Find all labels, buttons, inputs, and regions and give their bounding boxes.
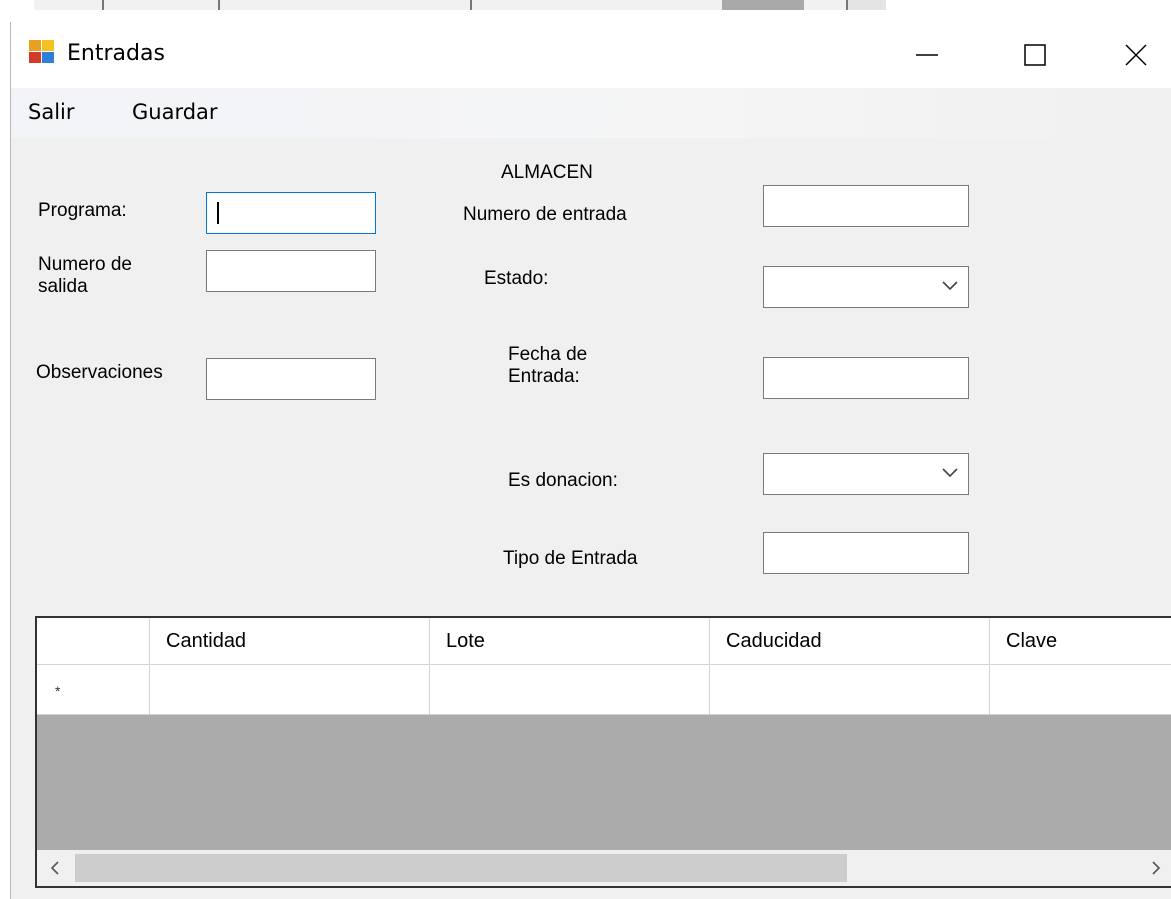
column-header-clave[interactable]: Clave: [990, 618, 1171, 665]
background-segment: [34, 0, 104, 10]
close-icon: [1124, 44, 1147, 66]
maximize-icon: [1024, 44, 1046, 66]
cell-cantidad[interactable]: [150, 665, 430, 715]
almacen-label: ALMACEN: [501, 162, 593, 183]
background-segment: [472, 0, 722, 10]
column-header-lote[interactable]: Lote: [430, 618, 710, 665]
menu-salir[interactable]: Salir: [28, 100, 75, 124]
minimize-icon: [916, 54, 938, 56]
cell-lote[interactable]: [430, 665, 710, 715]
numero-salida-label-line1: Numero de: [38, 254, 132, 275]
tipo-entrada-input-field[interactable]: [764, 533, 968, 573]
title-bar[interactable]: Entradas: [11, 22, 1171, 88]
window-title: Entradas: [67, 41, 165, 66]
tipo-entrada-label: Tipo de Entrada: [503, 548, 638, 569]
entradas-window: Entradas Salir Guardar Programa: Numero …: [10, 22, 1171, 899]
numero-entrada-input-field[interactable]: [764, 186, 968, 226]
chevron-down-icon: [942, 281, 958, 291]
fecha-entrada-label-line1: Fecha de: [508, 344, 588, 365]
column-header-cantidad[interactable]: Cantidad: [150, 618, 430, 665]
chevron-right-icon: [1152, 861, 1161, 875]
background-segment: [722, 0, 804, 10]
programa-input-field[interactable]: [207, 193, 375, 233]
new-row-marker: *: [55, 683, 61, 699]
estado-label: Estado:: [484, 268, 549, 289]
close-button[interactable]: [1099, 22, 1171, 88]
es-donacion-select[interactable]: [763, 453, 969, 495]
column-header-caducidad[interactable]: Caducidad: [710, 618, 990, 665]
tipo-entrada-input[interactable]: [763, 532, 969, 574]
background-segment: [104, 0, 220, 10]
fecha-entrada-input[interactable]: [763, 357, 969, 399]
chevron-left-icon: [50, 861, 59, 875]
grid-header-row: Cantidad Lote Caducidad Clave: [37, 618, 1171, 665]
numero-salida-input-field[interactable]: [207, 251, 375, 291]
numero-entrada-label: Numero de entrada: [463, 204, 627, 225]
scroll-left-button[interactable]: [37, 850, 73, 886]
scroll-right-button[interactable]: [1138, 850, 1171, 886]
scrollbar-thumb[interactable]: [75, 854, 847, 882]
observaciones-label: Observaciones: [36, 362, 163, 383]
observaciones-input[interactable]: [206, 358, 376, 400]
background-window-strip: [0, 0, 1171, 22]
fecha-entrada-label-line2: Entrada:: [508, 366, 580, 387]
numero-entrada-input[interactable]: [763, 185, 969, 227]
cell-clave[interactable]: [990, 665, 1171, 715]
horizontal-scrollbar[interactable]: [37, 850, 1171, 886]
row-header-corner[interactable]: [37, 618, 150, 665]
row-header-cell[interactable]: *: [37, 665, 150, 715]
maximize-button[interactable]: [991, 22, 1079, 88]
background-segment: [220, 0, 472, 10]
programa-input[interactable]: [206, 192, 376, 234]
chevron-down-icon: [942, 468, 958, 478]
text-caret: [217, 202, 219, 224]
fecha-entrada-input-field[interactable]: [764, 358, 968, 398]
observaciones-input-field[interactable]: [207, 359, 375, 399]
numero-salida-label-line2: salida: [38, 276, 88, 297]
minimize-button[interactable]: [883, 22, 971, 88]
es-donacion-label: Es donacion:: [508, 470, 618, 491]
numero-salida-label: Numero de salida: [38, 254, 132, 298]
numero-salida-input[interactable]: [206, 250, 376, 292]
estado-select[interactable]: [763, 266, 969, 308]
cell-caducidad[interactable]: [710, 665, 990, 715]
menu-guardar[interactable]: Guardar: [132, 100, 218, 124]
fecha-entrada-label: Fecha de Entrada:: [508, 344, 587, 388]
new-row[interactable]: *: [37, 665, 1171, 715]
menu-bar: Salir Guardar: [11, 88, 1171, 138]
background-segment: [848, 0, 886, 10]
programa-label: Programa:: [38, 200, 127, 221]
form-app-icon: [29, 40, 55, 64]
background-segment: [804, 0, 848, 10]
entradas-data-grid[interactable]: Cantidad Lote Caducidad Clave *: [35, 616, 1171, 888]
